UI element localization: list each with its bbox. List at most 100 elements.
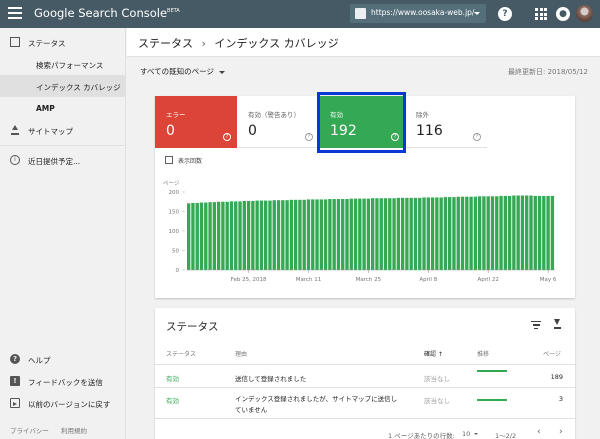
download-icon[interactable]: [553, 319, 562, 330]
chart-bar[interactable]: [426, 197, 430, 270]
chart-bar[interactable]: [388, 198, 392, 270]
chart-bar[interactable]: [298, 199, 302, 270]
chart-bar[interactable]: [319, 199, 323, 270]
chart-bar[interactable]: [225, 201, 229, 270]
chart-bar[interactable]: [525, 195, 529, 270]
chart-bar[interactable]: [311, 199, 315, 270]
chart-bar[interactable]: [396, 197, 401, 270]
chart-bar[interactable]: [533, 195, 537, 270]
chart-bar[interactable]: [520, 195, 525, 270]
column-header-trend[interactable]: 推移: [477, 349, 489, 358]
brand-logo[interactable]: Google Search ConsoleBETA: [34, 6, 180, 20]
chart-bar[interactable]: [208, 202, 212, 270]
chart-bar[interactable]: [503, 195, 507, 270]
chart-bar[interactable]: [289, 199, 294, 270]
chart-bar[interactable]: [281, 200, 285, 270]
chart-bar[interactable]: [452, 197, 456, 270]
notification-icon[interactable]: ●: [556, 7, 570, 21]
chart-bar[interactable]: [465, 196, 469, 270]
chart-bar[interactable]: [323, 199, 328, 270]
chart-bar[interactable]: [272, 200, 276, 270]
chart-bar[interactable]: [349, 198, 353, 270]
chart-bar[interactable]: [392, 198, 396, 270]
chart-bar[interactable]: [264, 200, 268, 270]
menu-icon[interactable]: [8, 7, 22, 21]
chart-bar[interactable]: [358, 198, 362, 270]
chart-bar[interactable]: [238, 201, 242, 270]
chart-bar[interactable]: [379, 198, 383, 270]
help-icon[interactable]: ?: [223, 133, 231, 141]
chart-bar[interactable]: [204, 202, 208, 270]
chart-bar[interactable]: [306, 199, 311, 270]
chart-bar[interactable]: [229, 201, 234, 270]
sidebar-item-performance[interactable]: 検索パフォーマンス: [0, 53, 126, 75]
chart-bar[interactable]: [443, 197, 448, 270]
chart-bar[interactable]: [477, 196, 482, 270]
chart-bar[interactable]: [191, 202, 195, 270]
sidebar-item-feedback[interactable]: ! フィードバックを送信: [0, 370, 126, 392]
chart-bar[interactable]: [345, 199, 349, 270]
chart-bar[interactable]: [422, 197, 426, 270]
chart-bar[interactable]: [418, 197, 422, 270]
rows-per-page-select[interactable]: 10: [462, 430, 479, 438]
chart-bar[interactable]: [439, 197, 443, 270]
chart-bar[interactable]: [255, 200, 259, 270]
filter-icon[interactable]: [531, 321, 541, 329]
tile-error[interactable]: エラー 0 ?: [155, 96, 237, 148]
chart-bar[interactable]: [529, 195, 533, 270]
chart-bar[interactable]: [371, 198, 375, 270]
chart-bar[interactable]: [328, 199, 332, 270]
chart-bar[interactable]: [550, 195, 555, 270]
chart-bar[interactable]: [490, 196, 495, 270]
chart-bar[interactable]: [195, 202, 199, 270]
chart-bar[interactable]: [448, 197, 452, 270]
impressions-checkbox[interactable]: [165, 156, 173, 164]
chart-bar[interactable]: [315, 199, 319, 270]
privacy-link[interactable]: プライバシー: [10, 427, 49, 435]
property-selector[interactable]: https://www.oosaka-web.jp/: [350, 4, 486, 23]
chart-bar[interactable]: [456, 196, 460, 270]
chart-bar[interactable]: [516, 195, 520, 270]
column-header-status[interactable]: ステータス: [166, 349, 196, 358]
chart-bar[interactable]: [460, 196, 465, 270]
chart-bar[interactable]: [268, 200, 272, 270]
help-icon[interactable]: ?: [305, 133, 313, 141]
chart-bar[interactable]: [332, 199, 336, 270]
chart-bar[interactable]: [336, 199, 341, 270]
column-header-reason[interactable]: 理由: [235, 349, 247, 358]
chart-bar[interactable]: [234, 201, 238, 270]
chart-bar[interactable]: [353, 198, 358, 270]
chart-bar[interactable]: [383, 198, 388, 270]
chart-bar[interactable]: [242, 200, 246, 270]
breadcrumb-status[interactable]: ステータス: [138, 37, 193, 50]
chart-bar[interactable]: [430, 197, 435, 270]
sidebar-item-index-coverage[interactable]: インデックス カバレッジ: [0, 75, 126, 97]
sidebar-item-sitemaps[interactable]: サイトマップ: [0, 119, 126, 141]
help-icon[interactable]: ?: [473, 133, 481, 141]
column-header-confirm[interactable]: 確認 ↑: [424, 349, 443, 358]
chart-bar[interactable]: [246, 200, 251, 270]
help-icon[interactable]: ?: [498, 7, 512, 21]
chart-bar[interactable]: [251, 200, 255, 270]
chart-bar[interactable]: [302, 199, 306, 270]
sidebar-item-status[interactable]: ステータス: [0, 31, 126, 53]
tile-excluded[interactable]: 除外 116 ?: [405, 96, 487, 148]
chart-bar[interactable]: [542, 195, 546, 270]
apps-grid-icon[interactable]: [535, 8, 547, 20]
chart-bar[interactable]: [375, 198, 379, 270]
chart-bar[interactable]: [495, 196, 499, 270]
chart-bar[interactable]: [482, 196, 486, 270]
chart-bar[interactable]: [341, 199, 345, 270]
chart-bar[interactable]: [187, 203, 191, 270]
chart-bar[interactable]: [362, 198, 366, 270]
page-filter-dropdown[interactable]: すべての既知のページ: [140, 66, 226, 77]
terms-link[interactable]: 利用規約: [61, 427, 87, 435]
chart-bar[interactable]: [499, 195, 503, 270]
chart-bar[interactable]: [199, 202, 204, 270]
chart-bar[interactable]: [366, 198, 371, 270]
chart-bar[interactable]: [216, 201, 221, 270]
sidebar-item-help[interactable]: ? ヘルプ: [0, 348, 126, 370]
chart-bar[interactable]: [400, 197, 405, 270]
sidebar-item-old-version[interactable]: 以前のバージョンに戻す: [0, 392, 126, 414]
chart-bar[interactable]: [546, 195, 550, 270]
